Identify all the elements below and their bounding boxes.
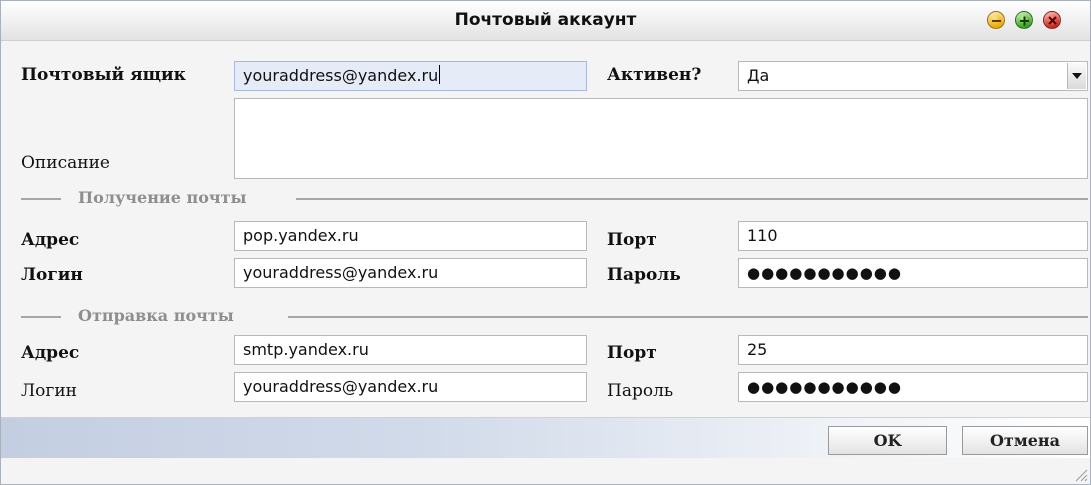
status-bar bbox=[1, 458, 1090, 484]
receive-divider-right bbox=[296, 198, 1088, 200]
cancel-button[interactable]: Отмена bbox=[962, 426, 1088, 455]
send-address-label: Адрес bbox=[21, 343, 80, 363]
send-legend: Отправка почты bbox=[78, 306, 234, 325]
close-icon[interactable] bbox=[1043, 11, 1061, 29]
description-label: Описание bbox=[21, 153, 110, 173]
description-textarea[interactable] bbox=[234, 98, 1088, 179]
mailbox-label: Почтовый ящик bbox=[21, 65, 186, 85]
receive-login-input[interactable]: youraddress@yandex.ru bbox=[234, 258, 587, 288]
send-login-input[interactable]: youraddress@yandex.ru bbox=[234, 372, 587, 402]
text-caret bbox=[439, 65, 441, 84]
receive-address-label: Адрес bbox=[21, 230, 80, 250]
active-select-value: Да bbox=[747, 66, 770, 85]
receive-port-label: Порт bbox=[607, 230, 657, 250]
minimize-icon[interactable] bbox=[987, 11, 1005, 29]
resize-grip-icon[interactable] bbox=[1074, 468, 1088, 482]
mailbox-input[interactable]: youraddress@yandex.ru bbox=[234, 61, 587, 91]
ok-button[interactable]: OK bbox=[828, 426, 947, 455]
receive-login-label: Логин bbox=[21, 265, 83, 285]
mail-account-dialog: Почтовый аккаунт Почтовый ящик youraddre… bbox=[0, 0, 1091, 485]
send-divider-right bbox=[288, 316, 1088, 318]
receive-password-label: Пароль bbox=[607, 265, 681, 285]
send-port-label: Порт bbox=[607, 343, 657, 363]
active-select[interactable]: Да bbox=[738, 61, 1088, 91]
send-login-label: Логин bbox=[21, 381, 77, 401]
send-password-label: Пароль bbox=[607, 381, 674, 401]
receive-legend: Получение почты bbox=[78, 188, 247, 207]
chevron-down-icon[interactable] bbox=[1067, 63, 1086, 89]
receive-divider-left bbox=[21, 198, 61, 200]
title-bar[interactable]: Почтовый аккаунт bbox=[1, 1, 1090, 41]
button-bar: OK Отмена bbox=[1, 417, 1090, 459]
send-password-input[interactable]: ●●●●●●●●●●● bbox=[738, 372, 1088, 402]
receive-address-input[interactable]: pop.yandex.ru bbox=[234, 221, 587, 251]
mailbox-value: youraddress@yandex.ru bbox=[243, 66, 439, 85]
receive-port-input[interactable]: 110 bbox=[738, 221, 1088, 251]
receive-password-input[interactable]: ●●●●●●●●●●● bbox=[738, 258, 1088, 288]
maximize-icon[interactable] bbox=[1015, 11, 1033, 29]
active-label: Активен? bbox=[607, 65, 702, 85]
send-divider-left bbox=[21, 316, 61, 318]
send-port-input[interactable]: 25 bbox=[738, 335, 1088, 365]
send-address-input[interactable]: smtp.yandex.ru bbox=[234, 335, 587, 365]
window-title: Почтовый аккаунт bbox=[454, 10, 637, 30]
